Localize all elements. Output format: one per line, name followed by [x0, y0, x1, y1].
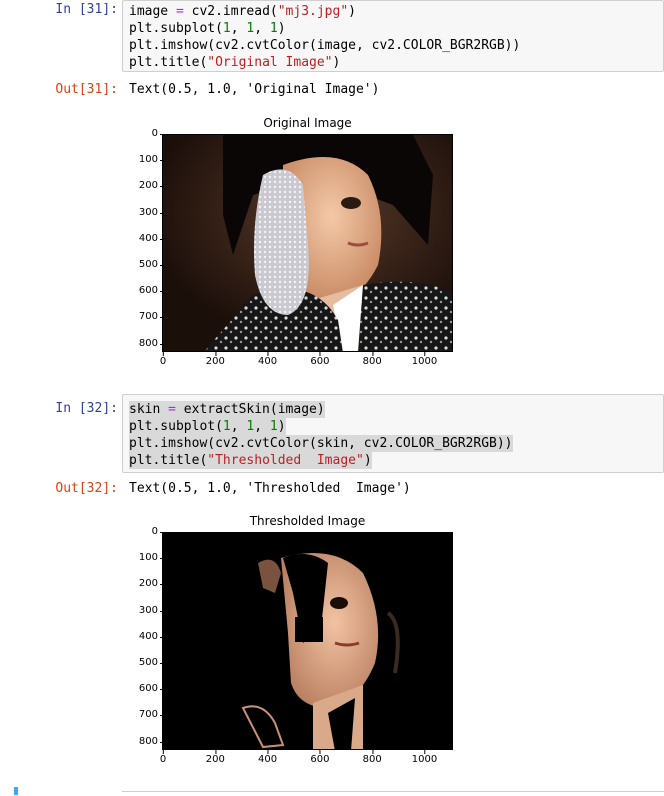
x-tick-label: 600: [310, 750, 330, 765]
y-tick-label: 500: [138, 259, 165, 270]
y-tick-label: 300: [138, 604, 165, 616]
y-tick-label: 600: [138, 285, 165, 297]
thresholded-image-axes: [162, 532, 453, 750]
x-tick-label: 0: [159, 750, 167, 765]
plot-title: Thresholded Image: [249, 514, 366, 528]
x-tick-label: 800: [362, 750, 382, 765]
cell-31-out-prompt: Out[31]:: [55, 82, 118, 97]
code-line: plt.title("Original Image"): [129, 55, 341, 70]
thresholded-image-plot: Thresholded Image 0 100 200 300 400 500 600 700…: [130, 514, 470, 765]
original-image-axes: [162, 134, 453, 352]
x-tick-label: 1000: [411, 750, 438, 765]
y-tick-label: 100: [138, 154, 165, 166]
y-tick-label: 700: [138, 311, 165, 323]
code-line: skin = extractSkin(image): [129, 401, 325, 418]
cell-32-code-input[interactable]: skin = extractSkin(image) plt.subplot(1, …: [122, 394, 664, 473]
original-image-plot: Original Image 0 100 200 300 400 500 600…: [130, 116, 470, 367]
x-tick-label: 200: [205, 352, 225, 367]
plot-title: Original Image: [263, 116, 352, 130]
y-tick-label: 100: [138, 552, 165, 564]
y-tick-label: 400: [138, 232, 165, 244]
cell-32-in-prompt: In [32]:: [55, 401, 118, 416]
x-tick-label: 200: [205, 750, 225, 765]
y-tick-label: 0: [151, 526, 165, 537]
original-image: [163, 135, 452, 351]
x-tick-label: 0: [159, 352, 167, 367]
cell-32-out-prompt: Out[32]:: [55, 481, 118, 496]
y-tick-label: 400: [138, 630, 165, 642]
y-tick-label: 200: [138, 578, 165, 590]
y-tick-label: 500: [138, 657, 165, 668]
x-tick-label: 400: [258, 352, 278, 367]
thresholded-image: [163, 533, 452, 749]
cell-selection-indicator: [14, 787, 18, 795]
code-line: plt.imshow(cv2.cvtColor(skin, cv2.COLOR_…: [129, 435, 513, 452]
y-tick-label: 0: [151, 128, 165, 139]
cell-31-output-text: Text(0.5, 1.0, 'Original Image'): [129, 82, 380, 97]
x-tick-label: 600: [310, 352, 330, 367]
x-tick-label: 400: [258, 750, 278, 765]
cell-32-output-text: Text(0.5, 1.0, 'Thresholded Image'): [129, 481, 411, 496]
cell-31-in-prompt: In [31]:: [55, 2, 118, 17]
next-cell[interactable]: [122, 791, 664, 796]
cell-31-code: image = cv2.imread("mj3.jpg") plt.subplot…: [123, 1, 663, 73]
y-tick-label: 700: [138, 709, 165, 721]
y-tick-label: 800: [138, 735, 165, 747]
y-tick-label: 300: [138, 206, 165, 218]
code-line: plt.subplot(1, 1, 1): [129, 418, 286, 435]
x-tick-label: 1000: [411, 352, 438, 367]
cell-31-code-input[interactable]: image = cv2.imread("mj3.jpg") plt.subplot…: [122, 0, 664, 72]
y-tick-label: 800: [138, 337, 165, 349]
y-tick-label: 200: [138, 180, 165, 192]
code-line: plt.subplot(1, 1, 1): [129, 21, 286, 36]
x-tick-label: 800: [362, 352, 382, 367]
code-line: plt.imshow(cv2.cvtColor(image, cv2.COLOR…: [129, 38, 521, 53]
y-tick-label: 600: [138, 683, 165, 695]
code-line: plt.title("Thresholded Image"): [129, 452, 372, 469]
code-line: image = cv2.imread("mj3.jpg"): [129, 4, 356, 19]
cell-32-code: skin = extractSkin(image) plt.subplot(1, …: [123, 399, 663, 471]
